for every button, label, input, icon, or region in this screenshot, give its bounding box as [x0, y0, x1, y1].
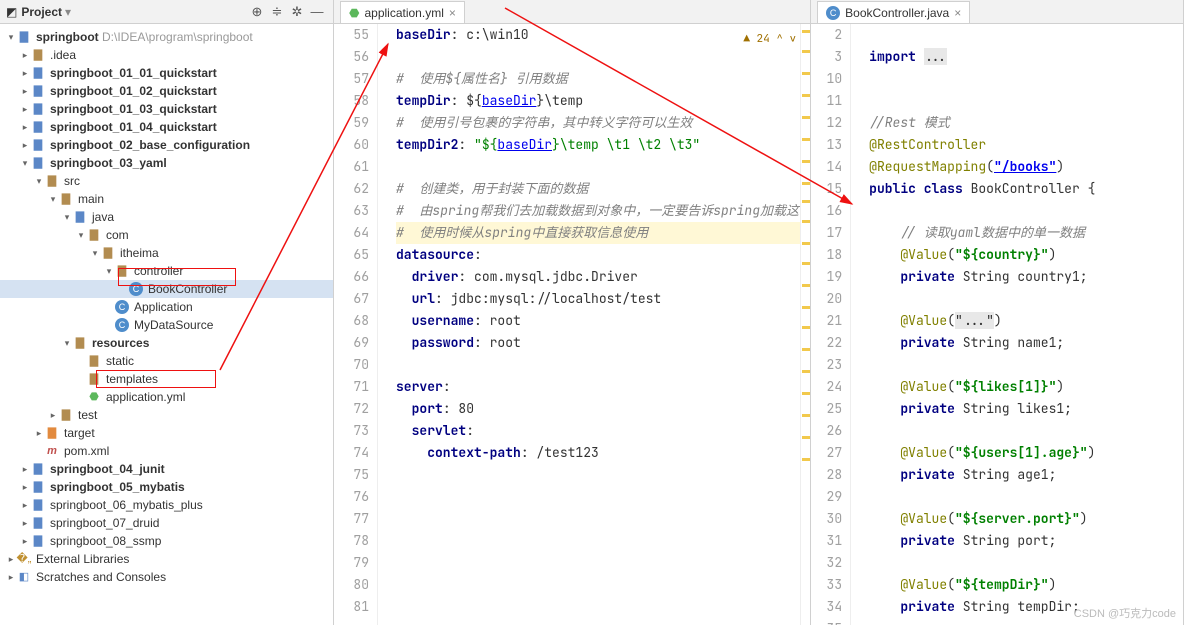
- settings-icon[interactable]: ✲: [287, 3, 307, 21]
- project-header: ◩ Project ▾ ⊕ ≑ ✲ —: [0, 0, 333, 24]
- tree-row[interactable]: ▸▇target: [0, 424, 333, 442]
- gutter-left: 5556575859606162636465666768697071727374…: [334, 24, 378, 625]
- tree-row[interactable]: ▸▇springboot_06_mybatis_plus: [0, 496, 333, 514]
- tree-row[interactable]: CBookController: [0, 280, 333, 298]
- close-icon[interactable]: ×: [954, 6, 961, 20]
- project-tree[interactable]: ▾▇springboot D:\IDEA\program\springboot …: [0, 24, 333, 625]
- tree-row[interactable]: ▸▇springboot_01_03_quickstart: [0, 100, 333, 118]
- tabbar-left: ⬣ application.yml ×: [334, 0, 810, 24]
- tree-row[interactable]: ▸▇springboot_05_mybatis: [0, 478, 333, 496]
- expand-icon[interactable]: ≑: [267, 3, 287, 21]
- tab-label: BookController.java: [845, 6, 949, 20]
- tree-row[interactable]: ▾▇controller: [0, 262, 333, 280]
- tree-row[interactable]: ▾▇java: [0, 208, 333, 226]
- tabbar-right: C BookController.java ×: [811, 0, 1183, 24]
- tree-row[interactable]: ▸▇springboot_01_02_quickstart: [0, 82, 333, 100]
- project-panel: ◩ Project ▾ ⊕ ≑ ✲ — ▾▇springboot D:\IDEA…: [0, 0, 334, 625]
- hide-icon[interactable]: —: [307, 3, 327, 21]
- tree-row[interactable]: CApplication: [0, 298, 333, 316]
- tree-row[interactable]: ▇templates: [0, 370, 333, 388]
- tree-row[interactable]: ▸▇test: [0, 406, 333, 424]
- tab-bookcontroller[interactable]: C BookController.java ×: [817, 1, 970, 23]
- tab-label: application.yml: [364, 6, 443, 20]
- tree-row[interactable]: ▾▇main: [0, 190, 333, 208]
- java-class-icon: C: [826, 6, 840, 20]
- tree-row[interactable]: ▸▇springboot_01_01_quickstart: [0, 64, 333, 82]
- warning-badge[interactable]: ▲ 24 ^ ∨: [743, 28, 796, 50]
- tab-application-yml[interactable]: ⬣ application.yml ×: [340, 1, 465, 23]
- editor-right[interactable]: import ... //Rest 模式@RestController@Requ…: [851, 24, 1183, 625]
- locate-icon[interactable]: ⊕: [247, 3, 267, 21]
- tree-row[interactable]: ▸▇springboot_07_druid: [0, 514, 333, 532]
- tree-row[interactable]: CMyDataSource: [0, 316, 333, 334]
- project-title: Project: [21, 5, 62, 19]
- tree-row[interactable]: ▾▇src: [0, 172, 333, 190]
- tree-row[interactable]: ▾▇springboot D:\IDEA\program\springboot: [0, 28, 333, 46]
- yml-icon: ⬣: [349, 6, 359, 20]
- tree-row[interactable]: ▸▇springboot_02_base_configuration: [0, 136, 333, 154]
- tree-row[interactable]: ▸◧Scratches and Consoles: [0, 568, 333, 586]
- tree-row[interactable]: ▸▇springboot_04_junit: [0, 460, 333, 478]
- editor-left[interactable]: baseDir: c:\win10 # 使用${属性名} 引用数据tempDir…: [378, 24, 800, 625]
- tree-row[interactable]: ▸▇.idea: [0, 46, 333, 64]
- close-icon[interactable]: ×: [449, 6, 456, 20]
- tree-row[interactable]: ▸�„External Libraries: [0, 550, 333, 568]
- tree-row[interactable]: ▾▇com: [0, 226, 333, 244]
- tree-row[interactable]: ▇static: [0, 352, 333, 370]
- tree-row[interactable]: ▸▇springboot_08_ssmp: [0, 532, 333, 550]
- tree-row[interactable]: ▾▇resources: [0, 334, 333, 352]
- tree-row[interactable]: ⬣application.yml: [0, 388, 333, 406]
- project-collapse-icon[interactable]: ◩: [6, 5, 17, 19]
- gutter-right: 2310111213141516171819202122232425262728…: [811, 24, 851, 625]
- tree-row[interactable]: ▾▇itheima: [0, 244, 333, 262]
- watermark: CSDN @巧克力code: [1074, 605, 1176, 621]
- tree-row[interactable]: mpom.xml: [0, 442, 333, 460]
- tree-row[interactable]: ▸▇springboot_01_04_quickstart: [0, 118, 333, 136]
- marker-strip-left[interactable]: [800, 24, 810, 625]
- project-dropdown-icon[interactable]: ▾: [65, 5, 71, 19]
- tree-row[interactable]: ▾▇springboot_03_yaml: [0, 154, 333, 172]
